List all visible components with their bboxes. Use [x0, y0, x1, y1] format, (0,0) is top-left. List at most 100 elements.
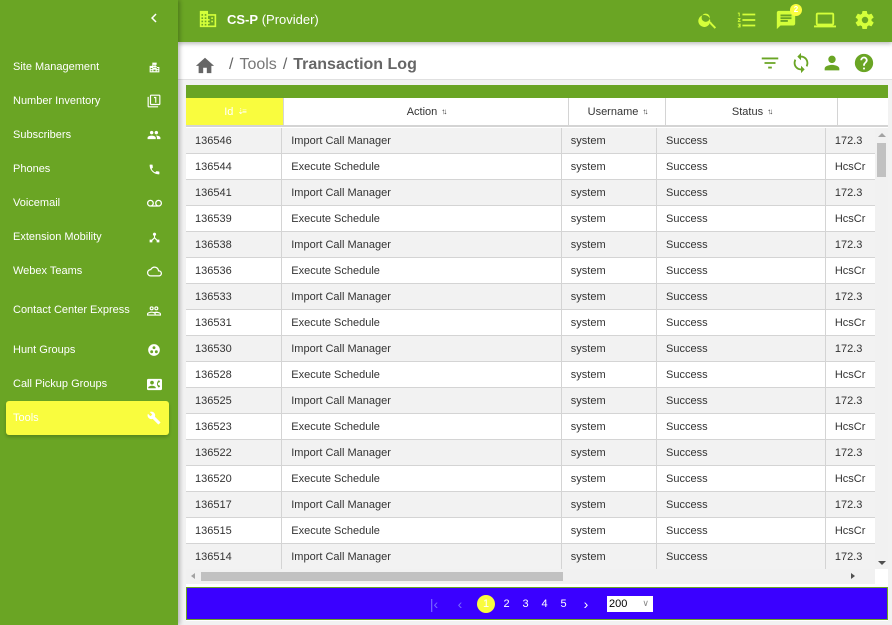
page-button-current[interactable]: 1 [477, 594, 495, 613]
search-icon[interactable] [697, 9, 719, 31]
column-header-status[interactable]: Status ↑↓ [666, 98, 838, 125]
table-row[interactable]: 136536 Execute Schedule system Success HcsCr [186, 258, 875, 284]
help-icon[interactable] [853, 52, 875, 74]
number-box-icon [146, 93, 162, 109]
cell-id: 136531 [186, 310, 283, 335]
notification-badge: 2 [790, 4, 802, 16]
table-row[interactable]: 136520 Execute Schedule system Success HcsCr [186, 466, 875, 492]
phone-icon [146, 161, 162, 177]
cell-id: 136541 [186, 180, 283, 205]
numbered-list-icon[interactable] [736, 9, 758, 31]
sidebar-item-number-inventory[interactable]: Number Inventory [0, 84, 178, 118]
sidebar-nav: Site Management Number Inventory Subscri… [0, 50, 178, 435]
column-label: Status [731, 105, 764, 118]
cell-username: system [562, 440, 658, 465]
top-bar: CS-P (Provider) 2 [178, 0, 892, 42]
column-header-username[interactable]: Username ↑↓ [569, 98, 666, 125]
scroll-left-arrow[interactable] [191, 573, 195, 579]
cell-username: system [562, 310, 658, 335]
table-row[interactable]: 136517 Import Call Manager system Success 17… [186, 492, 875, 518]
page-size-select[interactable]: 200 ∨ [607, 595, 653, 612]
sidebar-item-voicemail[interactable]: Voicemail [0, 186, 178, 220]
sidebar-item-label: Number Inventory [13, 95, 101, 107]
sidebar-item-call-pickup-groups[interactable]: Call Pickup Groups [0, 367, 178, 401]
organization-building-icon [199, 10, 217, 28]
sidebar-item-contact-center-express[interactable]: Contact Center Express [0, 288, 178, 333]
vertical-scrollbar[interactable] [875, 128, 888, 569]
sidebar-item-tools[interactable]: Tools [6, 401, 169, 435]
table-row[interactable]: 136523 Execute Schedule system Success HcsCr [186, 414, 875, 440]
cell-id: 136514 [186, 544, 283, 569]
sidebar-item-label: Tools [13, 412, 39, 424]
horizontal-scrollbar[interactable] [186, 569, 875, 584]
sidebar-item-extension-mobility[interactable]: Extension Mobility [0, 220, 178, 254]
cell-action: Import Call Manager [282, 544, 562, 569]
sidebar-item-label: Site Management [13, 61, 100, 73]
cell-username: system [562, 414, 658, 439]
cell-action: Import Call Manager [282, 180, 562, 205]
vertical-scroll-thumb[interactable] [877, 143, 886, 177]
scroll-up-arrow[interactable] [878, 133, 886, 137]
cell-action: Execute Schedule [282, 258, 562, 283]
table-row[interactable]: 136525 Import Call Manager system Success 17… [186, 388, 875, 414]
column-header-source[interactable] [838, 98, 888, 125]
next-page-button[interactable]: › [577, 596, 595, 612]
previous-page-button[interactable]: ‹ [451, 596, 469, 612]
table-row[interactable]: 136541 Import Call Manager system Success 17… [186, 180, 875, 206]
page-button[interactable]: 3 [520, 598, 531, 610]
refresh-icon[interactable] [790, 52, 812, 74]
horizontal-scroll-thumb[interactable] [201, 572, 563, 581]
page-button[interactable]: 4 [539, 598, 550, 610]
column-header-id[interactable]: Id ⇣≡ [186, 98, 284, 125]
table-row[interactable]: 136530 Import Call Manager system Success 17… [186, 336, 875, 362]
sidebar-item-label: Hunt Groups [13, 344, 76, 356]
cell-id: 136522 [186, 440, 283, 465]
sidebar-item-hunt-groups[interactable]: Hunt Groups [0, 333, 178, 367]
cell-username: system [562, 206, 658, 231]
cell-username: system [562, 544, 658, 569]
sidebar-item-label: Webex Teams [13, 265, 83, 277]
first-page-button[interactable]: |‹ [425, 596, 443, 612]
table-row[interactable]: 136522 Import Call Manager system Success 17… [186, 440, 875, 466]
page-button[interactable]: 5 [558, 598, 569, 610]
table-row[interactable]: 136533 Import Call Manager system Success 17… [186, 284, 875, 310]
gear-icon[interactable] [854, 9, 876, 31]
breadcrumb: / Tools / Transaction Log [194, 55, 417, 75]
cell-id: 136528 [186, 362, 283, 387]
building-icon [146, 59, 162, 75]
sidebar-item-webex-teams[interactable]: Webex Teams [0, 254, 178, 288]
breadcrumb-separator: / [282, 56, 288, 73]
hub-icon [146, 229, 162, 245]
table-row[interactable]: 136515 Execute Schedule system Success HcsCr [186, 518, 875, 544]
table-row[interactable]: 136514 Import Call Manager system Success 17… [186, 544, 875, 569]
table-row[interactable]: 136538 Import Call Manager system Success 17… [186, 232, 875, 258]
table-row[interactable]: 136539 Execute Schedule system Success HcsCr [186, 206, 875, 232]
sidebar-item-site-management[interactable]: Site Management [0, 50, 178, 84]
scroll-down-arrow[interactable] [878, 561, 886, 565]
cell-id: 136539 [186, 206, 283, 231]
laptop-icon[interactable] [814, 9, 836, 31]
table-row[interactable]: 136528 Execute Schedule system Success HcsCr [186, 362, 875, 388]
filter-icon[interactable] [759, 52, 781, 74]
page-title: Transaction Log [293, 56, 417, 73]
cell-status: Success [657, 284, 826, 309]
table-row[interactable]: 136544 Execute Schedule system Success HcsCr [186, 154, 875, 180]
cell-source: HcsCr [834, 264, 866, 277]
column-header-action[interactable]: Action ↑↓ [284, 98, 569, 125]
scroll-right-arrow[interactable] [851, 573, 855, 579]
page-button[interactable]: 2 [501, 598, 512, 610]
sidebar-item-phones[interactable]: Phones [0, 152, 178, 186]
home-icon[interactable] [194, 55, 216, 75]
cell-action: Execute Schedule [282, 362, 562, 387]
collapse-sidebar-button[interactable] [145, 9, 163, 27]
org-name: CS-P [227, 12, 259, 27]
cell-status: Success [657, 466, 826, 491]
table-row[interactable]: 136531 Execute Schedule system Success HcsCr [186, 310, 875, 336]
person-icon[interactable] [821, 52, 843, 74]
cell-source: 172.3 [834, 498, 863, 511]
breadcrumb-tools[interactable]: Tools [239, 56, 276, 74]
group-outline-icon [146, 303, 162, 319]
cell-status: Success [657, 154, 826, 179]
sidebar-item-subscribers[interactable]: Subscribers [0, 118, 178, 152]
table-row[interactable]: 136546 Import Call Manager system Success 17… [186, 128, 875, 154]
